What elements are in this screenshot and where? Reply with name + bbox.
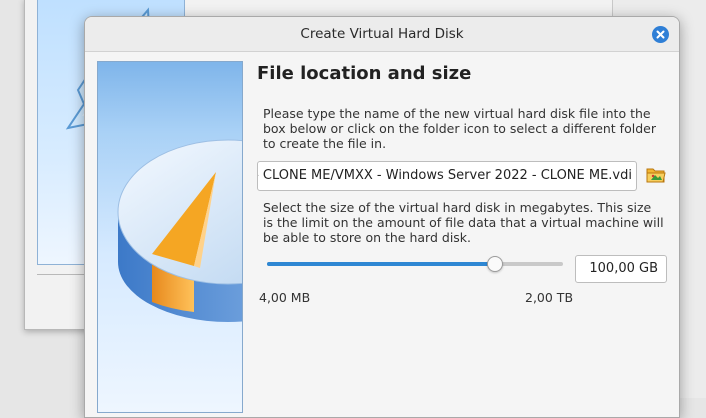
slider-fill xyxy=(267,262,495,266)
min-size-label: 4,00 MB xyxy=(259,290,311,305)
slider-thumb[interactable] xyxy=(486,256,503,272)
max-size-label: 2,00 TB xyxy=(525,290,574,305)
folder-icon xyxy=(646,168,666,183)
wizard-side-image xyxy=(97,61,243,413)
size-value: 100,00 GB xyxy=(589,261,658,276)
disk-pie-graphic xyxy=(117,139,242,322)
close-icon xyxy=(656,30,665,39)
location-description: Please type the name of the new virtual … xyxy=(263,106,656,151)
size-description: Select the size of the virtual hard disk… xyxy=(263,200,664,245)
titlebar: Create Virtual Hard Disk xyxy=(85,17,679,52)
create-virtual-hard-disk-dialog: Create Virtual Hard Disk File location a… xyxy=(84,16,680,418)
choose-folder-button[interactable] xyxy=(645,165,667,185)
file-path-value: 2022 - CLONE ME/VMXX - Windows Server 20… xyxy=(257,168,632,183)
page-heading: File location and size xyxy=(257,63,472,84)
file-path-input[interactable]: 2022 - CLONE ME/VMXX - Windows Server 20… xyxy=(257,161,637,191)
size-input[interactable]: 100,00 GB xyxy=(575,255,667,283)
close-button[interactable] xyxy=(652,26,669,43)
dialog-title: Create Virtual Hard Disk xyxy=(300,26,464,42)
size-slider[interactable] xyxy=(263,255,563,273)
